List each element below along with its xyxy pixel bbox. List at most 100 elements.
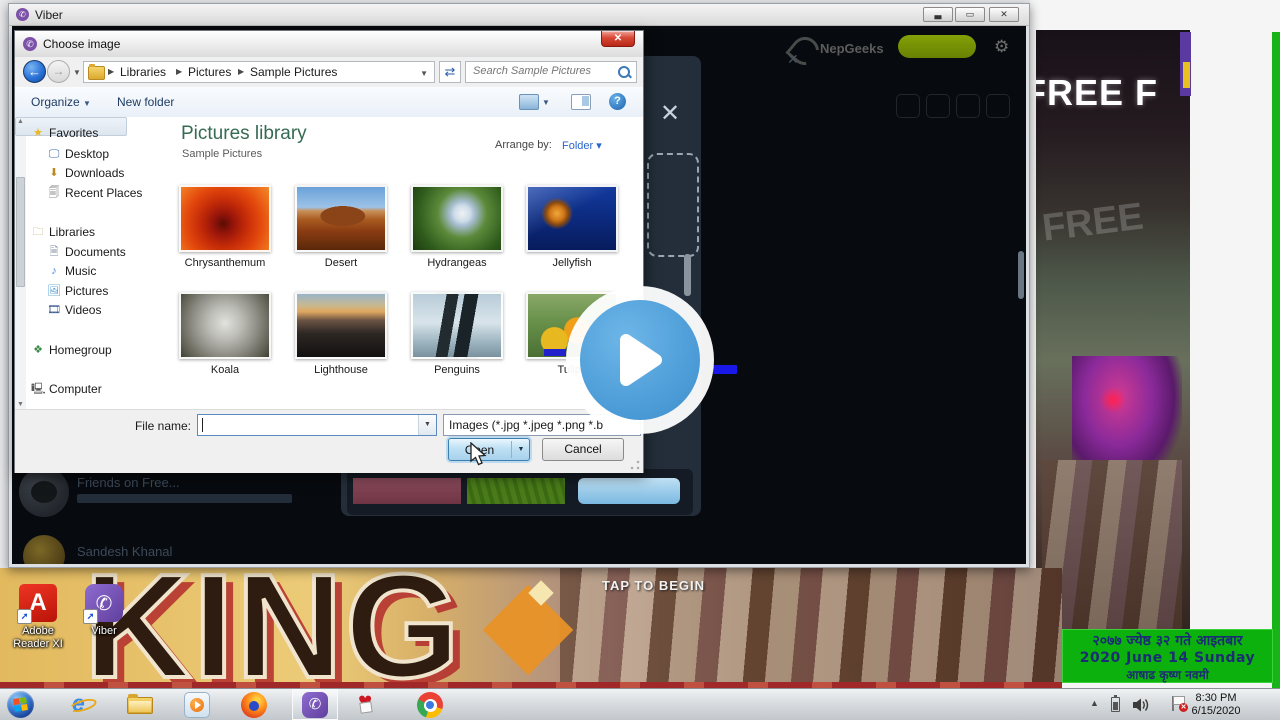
new-folder-button[interactable]: New folder	[117, 95, 174, 109]
breadcrumb-pictures[interactable]: Pictures	[188, 65, 231, 79]
search-input[interactable]	[471, 64, 615, 78]
start-button[interactable]	[7, 691, 34, 718]
chevron-down-icon[interactable]: ▼	[418, 415, 436, 435]
refresh-button[interactable]: ⇄	[439, 61, 461, 83]
video-play-overlay[interactable]	[566, 286, 714, 434]
arrange-by-value[interactable]: Folder ▾	[562, 139, 602, 152]
minimize-button[interactable]: ▃	[923, 7, 953, 22]
search-box[interactable]	[465, 61, 637, 83]
sidebar-item-favorites[interactable]: Favorites	[49, 126, 98, 140]
resize-grip[interactable]	[630, 460, 640, 470]
address-bar[interactable]: ▶ Libraries ▶ Pictures ▶ Sample Pictures…	[83, 61, 435, 83]
file-name-input[interactable]: ▼	[197, 414, 437, 436]
dialog-titlebar[interactable]: ✆ Choose image	[15, 31, 643, 57]
file-explorer-icon[interactable]	[127, 692, 153, 718]
breadcrumb-libraries[interactable]: Libraries	[120, 65, 166, 79]
thumbnail-penguins[interactable]	[411, 292, 503, 359]
file-label[interactable]: Jellyfish	[522, 257, 622, 269]
maximize-button[interactable]: ▭	[955, 7, 985, 22]
thumbnail-chrysanthemum[interactable]	[179, 185, 271, 252]
sidebar-item-documents[interactable]: Documents	[65, 245, 126, 259]
overlay-close-icon[interactable]: ✕	[787, 51, 799, 68]
nav-scrollbar-thumb[interactable]	[16, 177, 25, 287]
media-player-icon[interactable]	[184, 692, 210, 718]
views-chevron-icon[interactable]: ▼	[542, 98, 550, 107]
open-dropdown-icon[interactable]: ▼	[513, 439, 529, 460]
idm-icon[interactable]: ♥	[358, 688, 384, 718]
thumbnail-hydrangeas[interactable]	[411, 185, 503, 252]
file-label[interactable]: Lighthouse	[291, 364, 391, 376]
toolbar-icon-3[interactable]	[956, 94, 980, 118]
sidebar-item-libraries[interactable]: Libraries	[49, 225, 95, 239]
free-fire-poster: FREE F FREE	[1036, 30, 1190, 630]
cancel-button[interactable]: Cancel	[542, 438, 624, 461]
gear-icon[interactable]: ⚙	[994, 37, 1014, 57]
dialog-close-button[interactable]: ✕	[601, 31, 635, 47]
background-option-sky[interactable]	[578, 478, 680, 504]
link-fragment[interactable]	[713, 365, 737, 374]
toolbar-icon-1[interactable]	[896, 94, 920, 118]
desktop-icon-viber[interactable]: ✆ ➚ Viber	[66, 584, 142, 638]
background-option-grass[interactable]	[467, 478, 565, 504]
play-icon	[620, 334, 662, 386]
banner-nepali-date: २०७७ ज्येष्ठ ३२ गते आइतबार	[1092, 633, 1243, 649]
sidebar-item-recent-places[interactable]: Recent Places	[65, 186, 142, 200]
viber-titlebar[interactable]: ✆ Viber ▃ ▭ ✕	[9, 4, 1029, 26]
poster-title-text: FREE F	[1036, 72, 1159, 113]
address-dropdown-icon[interactable]: ▼	[420, 69, 428, 78]
panel-close-icon[interactable]: ✕	[660, 99, 680, 128]
organize-button[interactable]: Organize ▼	[31, 95, 91, 109]
firefox-icon[interactable]	[241, 692, 267, 718]
sidebar-item-downloads[interactable]: Downloads	[65, 166, 124, 180]
background-option-pink[interactable]	[353, 478, 461, 504]
close-button[interactable]: ✕	[989, 7, 1019, 22]
thumbnail-lighthouse[interactable]	[295, 292, 387, 359]
file-label[interactable]: Desert	[291, 257, 391, 269]
file-label[interactable]: Koala	[175, 364, 275, 376]
library-title: Pictures library	[181, 123, 307, 144]
thumbnail-desert[interactable]	[295, 185, 387, 252]
preview-pane-icon[interactable]	[571, 94, 591, 110]
panel-scrollbar-thumb[interactable]	[684, 254, 691, 296]
sidebar-item-desktop[interactable]: Desktop	[65, 147, 109, 161]
window-scrollbar-thumb[interactable]	[1018, 251, 1024, 299]
back-button[interactable]: ←	[23, 60, 46, 83]
nav-history-chevron-icon[interactable]: ▼	[73, 68, 81, 77]
sidebar-item-computer[interactable]: Computer	[49, 382, 102, 396]
tray-expand-icon[interactable]: ▲	[1090, 698, 1099, 708]
scroll-down-icon[interactable]: ▼	[17, 401, 24, 408]
file-label[interactable]: Penguins	[407, 364, 507, 376]
nav-scrollbar[interactable]: ▲ ▼	[15, 118, 26, 424]
views-icon[interactable]	[519, 94, 539, 110]
sidebar-item-homegroup[interactable]: Homegroup	[49, 343, 112, 357]
sidebar-item-pictures[interactable]: Pictures	[65, 284, 108, 298]
thumbnail-jellyfish[interactable]	[526, 185, 618, 252]
viber-window-title: Viber	[35, 8, 63, 22]
contact-name[interactable]: Friends on Free...	[77, 475, 180, 490]
documents-icon: 🗎	[49, 246, 59, 258]
pictures-icon: 🖼	[47, 285, 61, 297]
forward-button[interactable]: →	[47, 60, 70, 83]
viber-taskbar-button[interactable]: ✆	[292, 689, 338, 720]
breadcrumb-sample-pictures[interactable]: Sample Pictures	[250, 65, 337, 79]
tray-clock[interactable]: 8:30 PM 6/15/2020	[1186, 692, 1246, 718]
computer-icon: 🖳	[31, 383, 46, 395]
battery-icon[interactable]	[1111, 695, 1120, 712]
dialog-toolbar: Organize ▼ New folder ▼ ?	[15, 87, 643, 118]
toolbar-icon-4[interactable]	[986, 94, 1010, 118]
toolbar-icon-2[interactable]	[926, 94, 950, 118]
scroll-up-icon[interactable]: ▲	[17, 118, 24, 125]
photo-drop-placeholder[interactable]	[647, 153, 699, 257]
thumbnail-koala[interactable]	[179, 292, 271, 359]
desktop-icon-label: Adobe Reader XI	[13, 625, 63, 650]
help-icon[interactable]: ?	[609, 93, 626, 110]
desktop-icon-adobe-reader[interactable]: A ➚ Adobe Reader XI	[0, 584, 76, 651]
file-label[interactable]: Chrysanthemum	[175, 257, 275, 269]
speaker-icon[interactable]	[1132, 697, 1150, 713]
contact-name[interactable]: Sandesh Khanal	[77, 544, 172, 559]
internet-explorer-icon[interactable]: e	[68, 690, 98, 718]
sidebar-item-music[interactable]: Music	[65, 264, 96, 278]
chrome-icon[interactable]	[417, 692, 443, 718]
file-label[interactable]: Hydrangeas	[407, 257, 507, 269]
sidebar-item-videos[interactable]: Videos	[65, 303, 101, 317]
